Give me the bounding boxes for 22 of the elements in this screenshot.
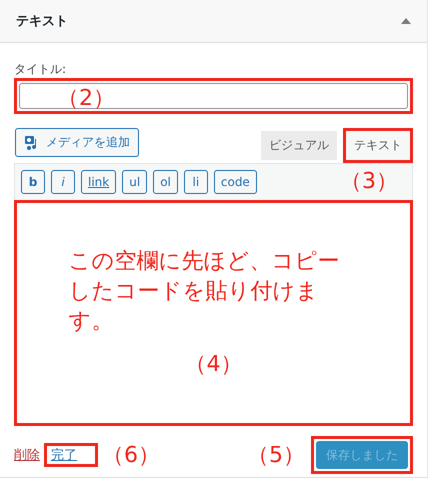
delete-link[interactable]: 削除 <box>14 446 40 464</box>
quicktag-button[interactable]: li <box>184 170 208 194</box>
title-label: タイトル: <box>14 61 66 78</box>
title-input[interactable] <box>19 83 408 109</box>
widget-title: テキスト <box>16 13 68 30</box>
annotation-label: （2） <box>57 85 115 113</box>
quicktag-button[interactable]: code <box>214 170 257 194</box>
quicktag-button[interactable]: link <box>81 170 116 194</box>
code-textarea[interactable]: この空欄に先ほど、コピーしたコードを貼り付けます。 （4） <box>14 200 413 426</box>
triangle-icon[interactable] <box>401 18 411 24</box>
annotation-label: （3） <box>340 168 398 196</box>
annotation-label: （5） <box>247 442 305 470</box>
quicktag-button[interactable]: ol <box>153 170 178 194</box>
editor-tab[interactable]: ビジュアル <box>261 131 337 160</box>
annotation-label: （4） <box>184 350 242 379</box>
add-media-button[interactable]: メディアを追加 <box>15 128 139 157</box>
editor-tab[interactable]: テキスト <box>346 131 410 160</box>
quicktag-button[interactable]: ul <box>122 170 148 194</box>
annotation-note: この空欄に先ほど、コピーしたコードを貼り付けます。 <box>68 248 340 336</box>
annotation-label: （6） <box>102 442 160 470</box>
quicktag-button[interactable]: b <box>21 170 45 194</box>
quicktag-button[interactable]: i <box>51 170 75 194</box>
